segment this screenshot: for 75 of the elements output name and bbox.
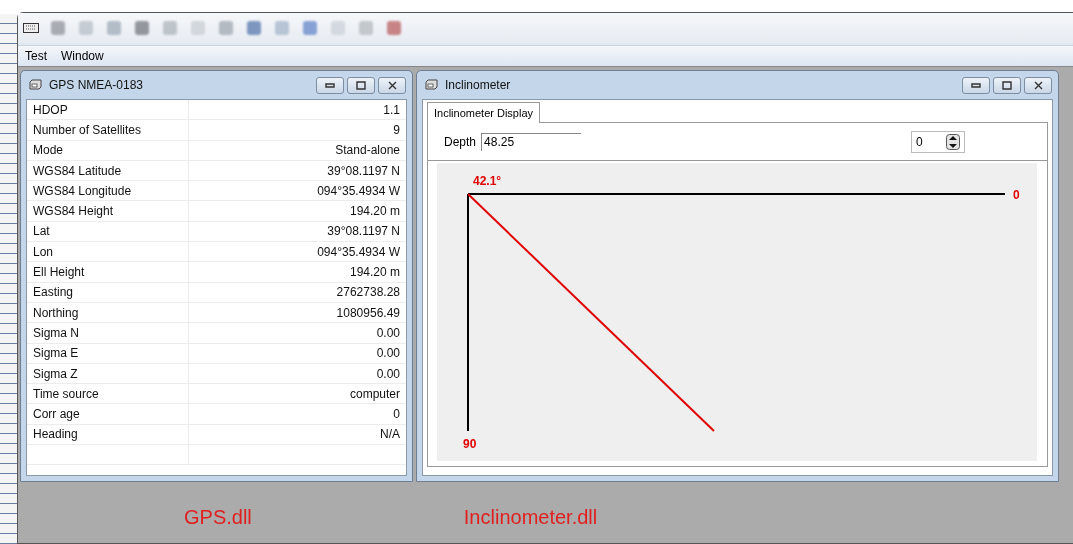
- property-name: Ell Height: [27, 262, 189, 283]
- property-value: 1.1: [189, 100, 406, 121]
- property-name: Corr age: [27, 404, 189, 425]
- toolbar-icon[interactable]: [161, 19, 179, 37]
- property-name: Northing: [27, 302, 189, 324]
- toolbar-icon[interactable]: [133, 19, 151, 37]
- property-value: 0: [189, 404, 406, 425]
- property-name: Sigma N: [27, 323, 189, 344]
- property-value: 0.00: [189, 363, 406, 385]
- property-name: Heading: [27, 424, 189, 446]
- property-value: 194.20 m: [189, 262, 406, 283]
- toolbar-icon[interactable]: [105, 19, 123, 37]
- property-name: WGS84 Latitude: [27, 160, 189, 182]
- maximize-button[interactable]: [993, 76, 1021, 94]
- toolbar-icon[interactable]: [245, 19, 263, 37]
- property-name: Lon: [27, 242, 189, 263]
- property-name: Lat: [27, 221, 189, 243]
- property-value: 9: [189, 120, 406, 141]
- maximize-icon: [1002, 80, 1012, 90]
- toolbar-icon[interactable]: [273, 19, 291, 37]
- property-value: 1080956.49: [189, 302, 406, 324]
- property-name: Mode: [27, 140, 189, 161]
- property-value: computer: [189, 384, 406, 405]
- property-value: N/A: [189, 424, 406, 446]
- minimize-button[interactable]: [316, 76, 344, 94]
- close-button[interactable]: [1024, 76, 1052, 94]
- toolbar-icon[interactable]: [385, 19, 403, 37]
- window-icon: [425, 79, 439, 91]
- axis-label: 90: [463, 437, 477, 451]
- toolbar-icon[interactable]: [357, 19, 375, 37]
- property-name: Time source: [27, 384, 189, 405]
- keyboard-icon[interactable]: [23, 23, 39, 33]
- property-value: 194.20 m: [189, 201, 406, 222]
- close-button[interactable]: [378, 76, 406, 94]
- toolbar-icon[interactable]: [49, 19, 67, 37]
- property-name: Sigma E: [27, 343, 189, 364]
- property-name: Sigma Z: [27, 363, 189, 385]
- menu-item[interactable]: Test: [20, 47, 52, 65]
- menu-item[interactable]: Window: [56, 47, 109, 65]
- spin-arrows-icon[interactable]: [946, 133, 961, 150]
- angle-label: 42.1°: [473, 174, 502, 188]
- property-value: 0.00: [189, 323, 406, 344]
- close-icon: [1033, 80, 1043, 90]
- toolbar-icon[interactable]: [77, 19, 95, 37]
- minimize-icon: [971, 82, 981, 88]
- property-name: Easting: [27, 282, 189, 303]
- property-value: 39°08.1197 N: [189, 221, 406, 243]
- property-value: 094°35.4934 W: [189, 181, 406, 202]
- property-name: HDOP: [27, 100, 189, 121]
- maximize-button[interactable]: [347, 76, 375, 94]
- property-name: Number of Satellites: [27, 120, 189, 141]
- number-spinner[interactable]: 0: [911, 130, 966, 153]
- tab[interactable]: Inclinometer Display: [427, 102, 541, 123]
- depth-field[interactable]: 48.25: [481, 132, 582, 151]
- window-title: Inclinometer: [445, 78, 512, 92]
- window-title: GPS NMEA-0183: [49, 78, 145, 92]
- toolbar-icon[interactable]: [189, 19, 207, 37]
- axis-label: 0: [1013, 188, 1020, 202]
- property-name: WGS84 Height: [27, 201, 189, 222]
- toolbar-icon[interactable]: [217, 19, 235, 37]
- maximize-icon: [356, 80, 366, 90]
- module-caption: Inclinometer.dll: [463, 506, 598, 529]
- property-value: 0.00: [189, 343, 406, 364]
- window-icon: [29, 79, 43, 91]
- minimize-icon: [325, 82, 335, 88]
- depth-label: Depth: [444, 134, 477, 149]
- toolbar-icon[interactable]: [301, 19, 319, 37]
- property-value: 094°35.4934 W: [189, 242, 406, 263]
- property-value: 39°08.1197 N: [189, 160, 406, 182]
- property-value: 2762738.28: [189, 282, 406, 303]
- close-icon: [387, 80, 397, 90]
- property-name: WGS84 Longitude: [27, 181, 189, 202]
- module-caption: GPS.dll: [184, 506, 252, 529]
- minimize-button[interactable]: [962, 76, 990, 94]
- property-value: Stand-alone: [189, 140, 406, 161]
